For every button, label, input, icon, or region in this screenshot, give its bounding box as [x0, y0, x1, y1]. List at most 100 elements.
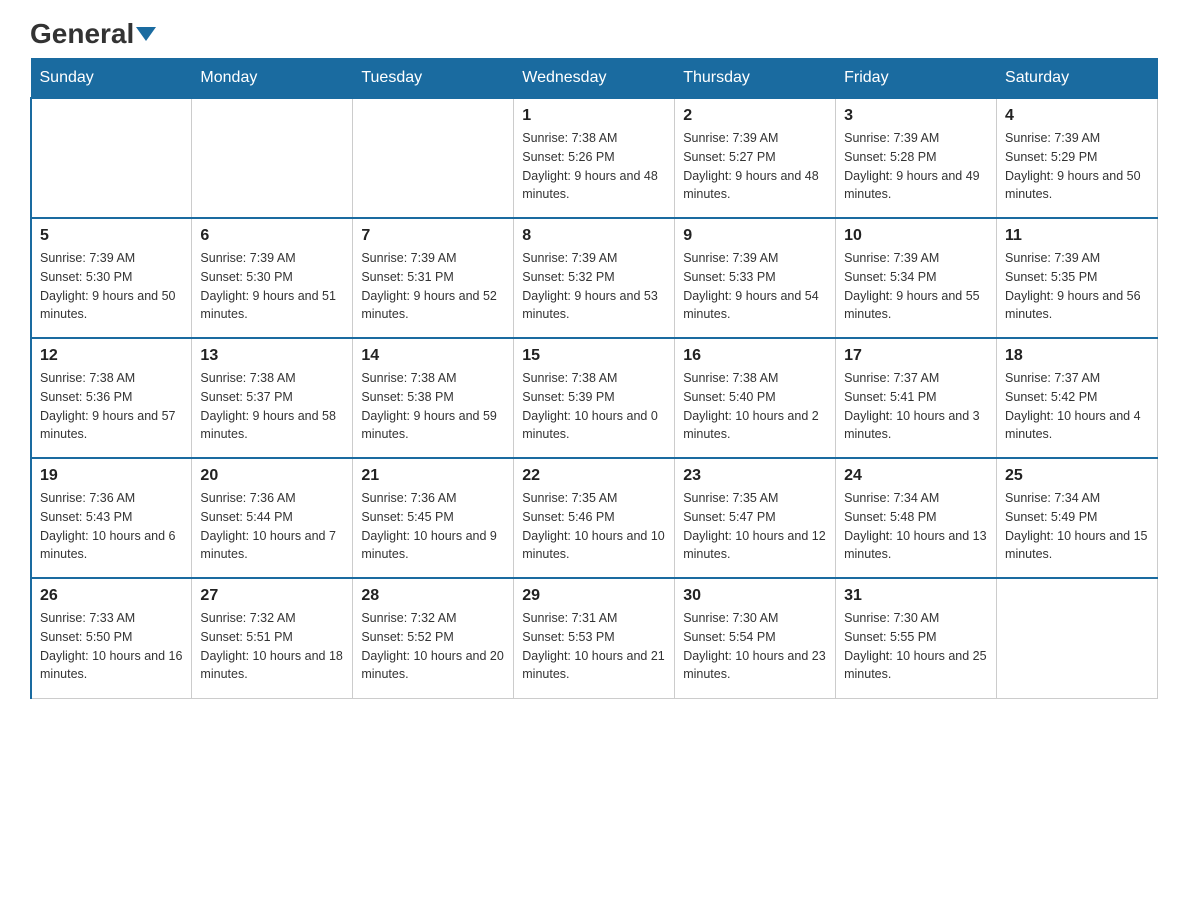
page-header: General [30, 20, 1158, 48]
day-info: Sunrise: 7:39 AMSunset: 5:34 PMDaylight:… [844, 249, 988, 324]
day-info: Sunrise: 7:35 AMSunset: 5:46 PMDaylight:… [522, 489, 666, 564]
day-number: 15 [522, 347, 666, 365]
logo: General [30, 20, 156, 48]
day-info: Sunrise: 7:38 AMSunset: 5:37 PMDaylight:… [200, 369, 344, 444]
day-number: 30 [683, 587, 827, 605]
day-info: Sunrise: 7:33 AMSunset: 5:50 PMDaylight:… [40, 609, 183, 684]
day-info: Sunrise: 7:38 AMSunset: 5:26 PMDaylight:… [522, 129, 666, 204]
calendar-cell: 24 Sunrise: 7:34 AMSunset: 5:48 PMDayligh… [836, 458, 997, 578]
calendar-header-tuesday: Tuesday [353, 59, 514, 99]
day-number: 8 [522, 227, 666, 245]
calendar-week-row: 19 Sunrise: 7:36 AMSunset: 5:43 PMDayligh… [31, 458, 1158, 578]
day-info: Sunrise: 7:39 AMSunset: 5:33 PMDaylight:… [683, 249, 827, 324]
day-info: Sunrise: 7:38 AMSunset: 5:36 PMDaylight:… [40, 369, 183, 444]
calendar-header-saturday: Saturday [997, 59, 1158, 99]
calendar-cell: 17 Sunrise: 7:37 AMSunset: 5:41 PMDayligh… [836, 338, 997, 458]
day-info: Sunrise: 7:39 AMSunset: 5:30 PMDaylight:… [40, 249, 183, 324]
logo-arrow-icon [136, 27, 156, 41]
day-info: Sunrise: 7:39 AMSunset: 5:32 PMDaylight:… [522, 249, 666, 324]
day-number: 16 [683, 347, 827, 365]
calendar-cell: 15 Sunrise: 7:38 AMSunset: 5:39 PMDayligh… [514, 338, 675, 458]
logo-general-text: General [30, 20, 156, 48]
day-number: 5 [40, 227, 183, 245]
calendar-cell: 31Sunrise: 7:30 AMSunset: 5:55 PMDayligh… [836, 578, 997, 698]
day-number: 3 [844, 107, 988, 125]
calendar-cell: 14 Sunrise: 7:38 AMSunset: 5:38 PMDayligh… [353, 338, 514, 458]
day-number: 2 [683, 107, 827, 125]
day-info: Sunrise: 7:39 AMSunset: 5:29 PMDaylight:… [1005, 129, 1149, 204]
day-info: Sunrise: 7:37 AMSunset: 5:42 PMDaylight:… [1005, 369, 1149, 444]
day-info: Sunrise: 7:37 AMSunset: 5:41 PMDaylight:… [844, 369, 988, 444]
calendar-week-row: 26 Sunrise: 7:33 AMSunset: 5:50 PMDayligh… [31, 578, 1158, 698]
day-number: 29 [522, 587, 666, 605]
day-number: 21 [361, 467, 505, 485]
day-number: 17 [844, 347, 988, 365]
day-info: Sunrise: 7:38 AMSunset: 5:40 PMDaylight:… [683, 369, 827, 444]
calendar-header-sunday: Sunday [31, 59, 192, 99]
calendar-cell: 10 Sunrise: 7:39 AMSunset: 5:34 PMDayligh… [836, 218, 997, 338]
day-number: 18 [1005, 347, 1149, 365]
calendar-cell: 21 Sunrise: 7:36 AMSunset: 5:45 PMDayligh… [353, 458, 514, 578]
day-info: Sunrise: 7:34 AMSunset: 5:49 PMDaylight:… [1005, 489, 1149, 564]
day-number: 11 [1005, 227, 1149, 245]
calendar-cell: 1 Sunrise: 7:38 AMSunset: 5:26 PMDaylight… [514, 98, 675, 218]
calendar-cell: 18 Sunrise: 7:37 AMSunset: 5:42 PMDayligh… [997, 338, 1158, 458]
day-number: 1 [522, 107, 666, 125]
day-number: 6 [200, 227, 344, 245]
day-info: Sunrise: 7:39 AMSunset: 5:27 PMDaylight:… [683, 129, 827, 204]
day-info: Sunrise: 7:30 AMSunset: 5:55 PMDaylight:… [844, 609, 988, 684]
day-number: 20 [200, 467, 344, 485]
calendar-cell: 23 Sunrise: 7:35 AMSunset: 5:47 PMDayligh… [675, 458, 836, 578]
day-number: 13 [200, 347, 344, 365]
day-number: 10 [844, 227, 988, 245]
day-number: 4 [1005, 107, 1149, 125]
day-number: 24 [844, 467, 988, 485]
calendar-cell: 27Sunrise: 7:32 AMSunset: 5:51 PMDayligh… [192, 578, 353, 698]
calendar-week-row: 12Sunrise: 7:38 AMSunset: 5:36 PMDayligh… [31, 338, 1158, 458]
calendar-cell [997, 578, 1158, 698]
day-info: Sunrise: 7:38 AMSunset: 5:38 PMDaylight:… [361, 369, 505, 444]
calendar-table: SundayMondayTuesdayWednesdayThursdayFrid… [30, 58, 1158, 699]
calendar-header-thursday: Thursday [675, 59, 836, 99]
calendar-cell: 3 Sunrise: 7:39 AMSunset: 5:28 PMDaylight… [836, 98, 997, 218]
day-number: 14 [361, 347, 505, 365]
calendar-header-monday: Monday [192, 59, 353, 99]
day-number: 27 [200, 587, 344, 605]
calendar-week-row: 1 Sunrise: 7:38 AMSunset: 5:26 PMDaylight… [31, 98, 1158, 218]
calendar-cell: 12Sunrise: 7:38 AMSunset: 5:36 PMDayligh… [31, 338, 192, 458]
calendar-cell: 2 Sunrise: 7:39 AMSunset: 5:27 PMDaylight… [675, 98, 836, 218]
calendar-header-friday: Friday [836, 59, 997, 99]
calendar-cell: 19 Sunrise: 7:36 AMSunset: 5:43 PMDayligh… [31, 458, 192, 578]
day-info: Sunrise: 7:35 AMSunset: 5:47 PMDaylight:… [683, 489, 827, 564]
calendar-cell: 4 Sunrise: 7:39 AMSunset: 5:29 PMDaylight… [997, 98, 1158, 218]
calendar-header-wednesday: Wednesday [514, 59, 675, 99]
calendar-cell: 20 Sunrise: 7:36 AMSunset: 5:44 PMDayligh… [192, 458, 353, 578]
day-number: 23 [683, 467, 827, 485]
day-info: Sunrise: 7:36 AMSunset: 5:44 PMDaylight:… [200, 489, 344, 564]
day-number: 25 [1005, 467, 1149, 485]
day-info: Sunrise: 7:34 AMSunset: 5:48 PMDaylight:… [844, 489, 988, 564]
calendar-cell: 9 Sunrise: 7:39 AMSunset: 5:33 PMDaylight… [675, 218, 836, 338]
day-info: Sunrise: 7:39 AMSunset: 5:28 PMDaylight:… [844, 129, 988, 204]
calendar-cell: 6 Sunrise: 7:39 AMSunset: 5:30 PMDaylight… [192, 218, 353, 338]
day-info: Sunrise: 7:39 AMSunset: 5:30 PMDaylight:… [200, 249, 344, 324]
calendar-cell: 16 Sunrise: 7:38 AMSunset: 5:40 PMDayligh… [675, 338, 836, 458]
day-number: 22 [522, 467, 666, 485]
day-info: Sunrise: 7:36 AMSunset: 5:43 PMDaylight:… [40, 489, 183, 564]
calendar-header-row: SundayMondayTuesdayWednesdayThursdayFrid… [31, 59, 1158, 99]
calendar-cell: 29Sunrise: 7:31 AMSunset: 5:53 PMDayligh… [514, 578, 675, 698]
calendar-cell [31, 98, 192, 218]
calendar-cell: 25 Sunrise: 7:34 AMSunset: 5:49 PMDayligh… [997, 458, 1158, 578]
calendar-cell: 30Sunrise: 7:30 AMSunset: 5:54 PMDayligh… [675, 578, 836, 698]
calendar-cell: 11Sunrise: 7:39 AMSunset: 5:35 PMDayligh… [997, 218, 1158, 338]
day-number: 19 [40, 467, 183, 485]
calendar-cell: 26 Sunrise: 7:33 AMSunset: 5:50 PMDayligh… [31, 578, 192, 698]
day-info: Sunrise: 7:36 AMSunset: 5:45 PMDaylight:… [361, 489, 505, 564]
day-info: Sunrise: 7:38 AMSunset: 5:39 PMDaylight:… [522, 369, 666, 444]
calendar-cell: 7Sunrise: 7:39 AMSunset: 5:31 PMDaylight… [353, 218, 514, 338]
calendar-cell [353, 98, 514, 218]
day-number: 26 [40, 587, 183, 605]
day-number: 9 [683, 227, 827, 245]
calendar-cell: 28Sunrise: 7:32 AMSunset: 5:52 PMDayligh… [353, 578, 514, 698]
calendar-cell: 5 Sunrise: 7:39 AMSunset: 5:30 PMDaylight… [31, 218, 192, 338]
